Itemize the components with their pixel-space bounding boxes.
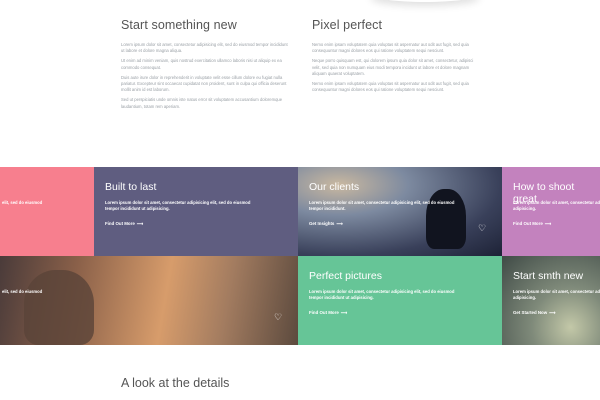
tile-title: Our clients	[309, 181, 360, 193]
intro-section: Start something new Lorem ipsum dolor si…	[121, 18, 481, 114]
tile-title: Start smth new	[513, 270, 584, 282]
tile-description: Lorem ipsum dolor sit amet, consectetur …	[309, 289, 455, 301]
tile-title: Built to last	[105, 181, 157, 193]
tile-perfect-pictures[interactable]: Perfect pictures Lorem ipsum dolor sit a…	[298, 256, 502, 345]
arrow-right-icon: ⟶	[136, 221, 144, 226]
cta-label: Get Insights	[309, 221, 335, 226]
find-out-more-link[interactable]: Find Out More ⟶	[513, 221, 551, 227]
tile-start-smth-new[interactable]: Start smth new Lorem ipsum dolor sit ame…	[502, 256, 600, 345]
feature-tiles-grid: elit, sed do eiusmod Built to last Lorem…	[0, 167, 600, 345]
heart-icon[interactable]: ♡	[478, 223, 486, 234]
intro-title-left: Start something new	[121, 18, 237, 32]
tile-description: elit, sed do eiusmod	[2, 200, 43, 205]
tile-built-to-last[interactable]: Built to last Lorem ipsum dolor sit amet…	[94, 167, 298, 256]
intro-column-left: Start something new Lorem ipsum dolor si…	[121, 18, 290, 114]
intro-paragraph: Neque porro quisquam est, qui dolorem ip…	[312, 58, 474, 76]
details-heading: A look at the details	[121, 376, 230, 390]
arrow-right-icon: ⟶	[340, 310, 348, 315]
cta-label: Find Out More	[309, 310, 339, 315]
intro-column-right: Pixel perfect Nemo enim ipsam voluptatem…	[312, 18, 481, 114]
arrow-right-icon: ⟶	[544, 221, 552, 226]
tile-description: Lorem ipsum dolor sit amet, consectetur …	[513, 289, 600, 301]
intro-paragraph: Lorem ipsum dolor sit amet, consectetur …	[121, 42, 288, 54]
tile-description: Lorem ipsum dolor sit amet, consectetur …	[105, 200, 251, 212]
tile-how-to-shoot[interactable]: How to shoot great Lorem ipsum dolor sit…	[502, 167, 600, 256]
find-out-more-link[interactable]: Find Out More ⟶	[105, 221, 143, 227]
get-started-link[interactable]: Get Started Now ⟶	[513, 310, 555, 316]
person-silhouette	[24, 270, 94, 345]
intro-paragraph: Duis aute irure dolor in reprehenderit i…	[121, 74, 287, 93]
tile-title: Perfect pictures	[309, 270, 382, 282]
intro-paragraph: Nemo enim ipsam voluptatem quia voluptas…	[312, 42, 469, 54]
cta-label: Find Out More	[105, 221, 135, 226]
arrow-right-icon: ⟶	[336, 221, 343, 226]
top-decorative-shadow	[370, 0, 480, 2]
cta-label: Get Started Now	[513, 310, 548, 315]
tile-pink-partial[interactable]: elit, sed do eiusmod	[0, 167, 94, 256]
cta-label: Find Out More	[513, 221, 543, 226]
get-insights-link[interactable]: Get Insights ⟶	[309, 221, 343, 227]
intro-paragraph: Ut enim ad minim veniam, quis nostrud ex…	[121, 58, 282, 70]
tile-description: Lorem ipsum dolor sit amet, consectetur …	[309, 200, 455, 212]
arrow-right-icon: ⟶	[549, 310, 556, 315]
heart-icon[interactable]: ♡	[274, 312, 282, 323]
intro-paragraph: Nemo enim ipsam voluptatem quia voluptas…	[312, 81, 469, 93]
intro-title-right: Pixel perfect	[312, 18, 383, 32]
intro-paragraph: Sed ut perspiciatis unde omnis iste natu…	[121, 97, 283, 109]
tile-description: Lorem ipsum dolor sit amet, consectetur …	[513, 200, 600, 212]
photographer-silhouette	[426, 189, 466, 249]
tile-photo-forest[interactable]: elit, sed do eiusmod ♡	[0, 256, 298, 345]
find-out-more-link[interactable]: Find Out More ⟶	[309, 310, 347, 316]
tile-description: elit, sed do eiusmod	[2, 289, 43, 294]
tile-our-clients[interactable]: Our clients Lorem ipsum dolor sit amet, …	[298, 167, 502, 256]
